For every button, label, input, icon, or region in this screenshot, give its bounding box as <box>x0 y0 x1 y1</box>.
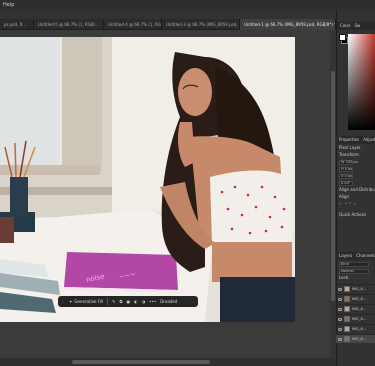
layer-name: IMG_8... <box>352 297 367 301</box>
tab-label: Untitled-4 @ 66.7% (1, RGB/... <box>108 22 161 27</box>
drag-handle-icon[interactable]: ⋮ <box>61 299 65 304</box>
photo-illustration: noise ~~~ <box>0 37 295 322</box>
x-field[interactable]: X 0 px <box>339 173 353 179</box>
layer-row[interactable]: IMG_8... <box>336 294 375 303</box>
menu-help[interactable]: Help <box>3 2 14 8</box>
color-panel-header: Color Sw <box>337 22 375 30</box>
sparkle-icon: ✦ <box>69 299 73 304</box>
height-field[interactable]: H 0 px <box>339 166 353 172</box>
pixel-layer-label: Pixel Layer <box>339 145 361 150</box>
layers-header: Layers Channels <box>336 252 375 260</box>
foreground-color-swatch[interactable] <box>339 34 346 41</box>
tab-label: Untitled-5 @ 66.7% (1, RGB/... <box>38 22 99 27</box>
tab-document-1[interactable]: ps.psd, R... <box>0 19 34 30</box>
properties-header: Properties Adjustm <box>336 136 375 144</box>
layer-thumbnail <box>344 306 350 312</box>
tab-document-5[interactable]: Untitled-1 @ 66.7% (IMG_8959.psd, RGB/8*… <box>240 19 336 30</box>
lock-label: Lock: <box>339 275 350 280</box>
layer-name: IMG_8... <box>352 307 367 311</box>
angle-field[interactable]: 0.00° <box>339 180 353 186</box>
menu-bar: Help <box>0 0 375 10</box>
eye-icon[interactable] <box>338 327 342 331</box>
align-label: Align <box>339 194 350 199</box>
eye-icon[interactable] <box>338 307 342 311</box>
document-image[interactable]: noise ~~~ <box>0 37 295 322</box>
properties-panel: Properties Adjustm Pixel Layer Transform… <box>336 136 375 218</box>
layer-name: IMG_8... <box>352 317 367 321</box>
layers-panel: Layers Channels Kind Normal Lock: <box>336 252 375 281</box>
transform-section-title: Transform <box>339 152 359 157</box>
tab-adjustments[interactable]: Adjustm <box>363 136 375 144</box>
layer-row[interactable]: IMG_8... <box>336 304 375 313</box>
eye-icon[interactable] <box>338 287 342 291</box>
tab-document-3[interactable]: Untitled-4 @ 66.7% (1, RGB/...× <box>104 19 162 30</box>
invert-icon[interactable]: ◐ <box>134 299 138 304</box>
layer-name: IMG_8... <box>352 327 367 331</box>
layer-thumbnail <box>344 336 350 342</box>
horizontal-scrollbar[interactable] <box>0 358 336 366</box>
generative-fill-label: Generative Fill <box>74 299 104 304</box>
tab-color[interactable]: Color <box>340 22 350 30</box>
tab-label: Untitled-1 @ 66.7% (IMG_8959.psd, RGB/8*… <box>244 22 336 27</box>
width-field[interactable]: W 545 px <box>339 159 358 165</box>
options-bar <box>0 10 336 19</box>
select-dropdown[interactable]: Dreaded <box>160 299 177 304</box>
color-picker[interactable] <box>336 30 375 130</box>
tab-label: ps.psd, R... <box>4 22 27 27</box>
layer-row[interactable]: IMG_8... <box>336 314 375 323</box>
eye-icon[interactable] <box>338 317 342 321</box>
layer-name: IMG_8... <box>352 287 367 291</box>
tab-label: Untitled-3 @ 66.7% (IMG_8959.psd, RGB... <box>166 22 239 27</box>
layer-thumbnail <box>344 286 350 292</box>
tab-layers[interactable]: Layers <box>339 252 352 260</box>
blend-mode-select[interactable]: Normal <box>339 268 369 274</box>
layer-thumbnail <box>344 296 350 302</box>
contextual-task-bar: ⋮ ✦ Generative Fill ✎ ⧉ ▣ ◐ ◑ ••• Dreade… <box>58 296 198 307</box>
document-tabs: ps.psd, R... Untitled-5 @ 66.7% (1, RGB/… <box>0 19 336 30</box>
color-field[interactable] <box>348 34 375 130</box>
tab-document-4[interactable]: Untitled-3 @ 66.7% (IMG_8959.psd, RGB...… <box>162 19 240 30</box>
layer-row[interactable]: IMG_8... <box>336 324 375 333</box>
horizontal-scroll-thumb[interactable] <box>72 360 210 364</box>
transform-icon[interactable]: ⧉ <box>120 299 123 304</box>
vertical-scroll-thumb[interactable] <box>331 71 335 301</box>
align-section-title: Align and Distribute <box>339 187 375 192</box>
brush-icon[interactable]: ✎ <box>112 299 115 304</box>
layer-thumbnail <box>344 326 350 332</box>
tab-channels[interactable]: Channels <box>356 252 375 260</box>
layer-row-selected[interactable]: IMG_8... <box>336 334 375 343</box>
tab-document-2[interactable]: Untitled-5 @ 66.7% (1, RGB/...× <box>34 19 104 30</box>
eye-icon[interactable] <box>338 297 342 301</box>
mask-icon[interactable]: ▣ <box>126 299 130 304</box>
tab-properties[interactable]: Properties <box>339 136 359 144</box>
eye-icon[interactable] <box>338 337 342 341</box>
align-buttons[interactable]: ⊢ ⊣ ⊤ ⊥ <box>336 200 375 207</box>
more-icon[interactable]: ••• <box>149 299 156 304</box>
fill-icon[interactable]: ◑ <box>142 299 146 304</box>
layer-name: IMG_8... <box>352 337 367 341</box>
layer-row[interactable]: IMG_8... <box>336 284 375 293</box>
quick-actions-title: Quick Actions <box>339 212 367 217</box>
tab-swatches[interactable]: Sw <box>354 22 360 30</box>
layer-thumbnail <box>344 316 350 322</box>
generative-fill-button[interactable]: ✦ Generative Fill <box>69 299 103 304</box>
separator <box>107 298 109 305</box>
layer-filter-kind[interactable]: Kind <box>339 261 369 267</box>
